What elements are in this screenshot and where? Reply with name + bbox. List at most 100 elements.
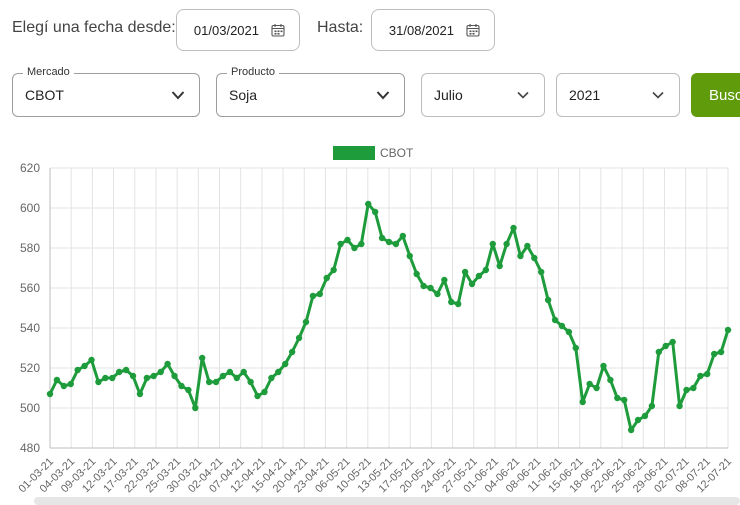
search-button[interactable]: Busc (691, 73, 740, 117)
data-point (627, 426, 635, 434)
data-point (330, 266, 337, 274)
data-point (517, 252, 524, 260)
data-point (316, 290, 324, 298)
data-point (136, 390, 144, 398)
data-point (129, 372, 137, 380)
data-point (282, 360, 289, 368)
data-point (371, 208, 379, 216)
data-point (219, 372, 227, 380)
data-point (150, 372, 157, 380)
data-point (385, 238, 393, 246)
data-point (406, 252, 413, 260)
data-point (185, 386, 192, 394)
data-point (441, 276, 448, 284)
data-point (489, 240, 496, 248)
data-point (358, 240, 365, 248)
data-point (475, 272, 483, 280)
data-point (565, 328, 573, 336)
data-point (205, 378, 213, 386)
data-point (365, 200, 372, 208)
y-tick-label: 540 (20, 321, 40, 335)
data-point (212, 378, 220, 386)
data-point (420, 282, 427, 290)
chevron-down-icon (517, 91, 529, 99)
anio-select[interactable]: 2021 (556, 73, 680, 117)
data-point (288, 348, 296, 356)
y-tick-label: 520 (20, 361, 40, 375)
from-date-value: 01/03/2021 (193, 22, 259, 38)
data-point (544, 296, 552, 304)
data-point (593, 384, 600, 392)
data-point (74, 366, 81, 374)
data-point (572, 344, 579, 352)
anio-value: 2021 (569, 87, 601, 103)
data-point (648, 402, 656, 410)
data-point (81, 362, 88, 370)
data-point (697, 372, 704, 380)
calendar-icon[interactable] (271, 23, 285, 37)
data-point (344, 236, 351, 244)
data-point (434, 290, 441, 298)
data-point (53, 376, 61, 384)
data-point (102, 374, 109, 382)
data-point (531, 254, 538, 262)
chevron-down-icon (376, 91, 390, 100)
from-date-label: Elegí una fecha desde: (12, 19, 176, 36)
data-point (448, 298, 455, 306)
data-point (233, 374, 240, 382)
data-point (67, 380, 74, 388)
data-point (482, 266, 490, 274)
data-point (192, 404, 199, 412)
data-point (461, 268, 469, 276)
mes-select[interactable]: Julio (421, 73, 545, 117)
mercado-select[interactable]: Mercado CBOT (12, 66, 200, 117)
data-point (524, 242, 531, 250)
y-tick-label: 580 (20, 241, 40, 255)
producto-value: Soja (229, 87, 258, 103)
data-point (275, 368, 282, 376)
data-point (46, 390, 54, 398)
data-point (510, 224, 517, 232)
data-point (399, 232, 407, 240)
data-point (669, 338, 676, 346)
data-point (662, 342, 669, 350)
data-point (309, 292, 317, 300)
data-point (724, 326, 732, 334)
data-point (199, 354, 206, 362)
data-point (95, 378, 102, 386)
data-point (378, 234, 386, 242)
data-point (551, 316, 559, 324)
y-tick-label: 480 (20, 441, 40, 455)
data-point (143, 374, 151, 382)
data-point (538, 268, 545, 276)
data-point (122, 366, 130, 374)
from-date-field[interactable]: 01/03/2021 (176, 9, 300, 51)
to-date-field[interactable]: 31/08/2021 (371, 9, 495, 51)
data-point (261, 388, 268, 396)
data-point (427, 284, 434, 292)
data-point (558, 322, 566, 330)
y-tick-label: 560 (20, 281, 40, 295)
calendar-icon[interactable] (466, 23, 480, 37)
producto-select[interactable]: Producto Soja (216, 66, 405, 117)
mercado-value: CBOT (25, 87, 64, 103)
data-point (614, 394, 621, 402)
data-point (717, 348, 725, 356)
data-point (60, 382, 68, 390)
legend-label: CBOT (380, 146, 414, 160)
to-date-value: 31/08/2021 (388, 22, 454, 38)
data-point (710, 350, 718, 358)
data-point (164, 360, 171, 368)
data-point (240, 368, 247, 376)
data-point (109, 374, 116, 382)
data-point (226, 368, 234, 376)
data-point (254, 392, 261, 400)
horizontal-scrollbar[interactable] (34, 497, 740, 505)
data-point (655, 348, 663, 356)
data-point (247, 378, 254, 386)
chevron-down-icon (652, 91, 664, 99)
to-date-label: Hasta: (317, 19, 364, 36)
data-point (302, 318, 310, 326)
search-button-label: Busc (709, 86, 740, 104)
mes-value: Julio (434, 87, 463, 103)
